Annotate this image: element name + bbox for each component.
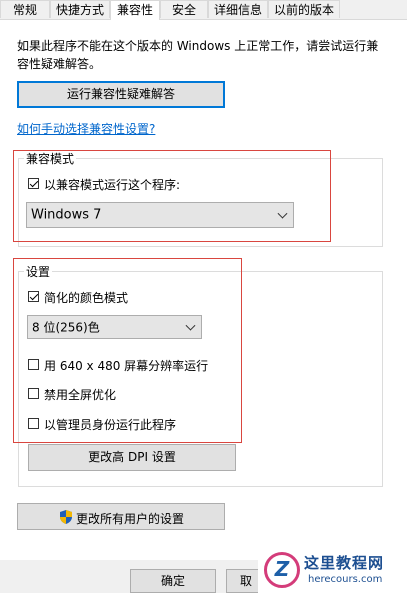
tab-security[interactable]: 安全: [160, 0, 208, 18]
watermark-logo-icon: Z: [264, 552, 300, 588]
intro-text: 如果此程序不能在这个版本的 Windows 上正常工作，请尝试运行兼容性疑难解答…: [17, 39, 379, 71]
watermark-url: herecours.com: [308, 574, 383, 585]
watermark-title: 这里教程网: [304, 554, 385, 572]
change-all-users-label: 更改所有用户的设置: [76, 512, 185, 526]
highlight-box-settings: [13, 258, 242, 443]
change-dpi-button[interactable]: 更改高 DPI 设置: [28, 444, 236, 471]
ok-button[interactable]: 确定: [130, 569, 216, 593]
tab-previous-versions[interactable]: 以前的版本: [268, 0, 340, 18]
tab-shortcut[interactable]: 快捷方式: [50, 0, 110, 18]
tab-compatibility[interactable]: 兼容性: [110, 0, 160, 20]
tab-details[interactable]: 详细信息: [208, 0, 268, 18]
watermark: Z 这里教程网 herecours.com: [258, 546, 407, 593]
shield-icon: [60, 510, 72, 524]
highlight-box-compat: [13, 150, 331, 242]
manual-compat-link[interactable]: 如何手动选择兼容性设置?: [17, 120, 155, 137]
change-all-users-button[interactable]: 更改所有用户的设置: [17, 503, 225, 530]
run-troubleshooter-button[interactable]: 运行兼容性疑难解答: [17, 81, 225, 108]
tab-general[interactable]: 常规: [0, 0, 50, 18]
tab-bar: 常规 快捷方式 兼容性 安全 详细信息 以前的版本: [0, 0, 407, 20]
